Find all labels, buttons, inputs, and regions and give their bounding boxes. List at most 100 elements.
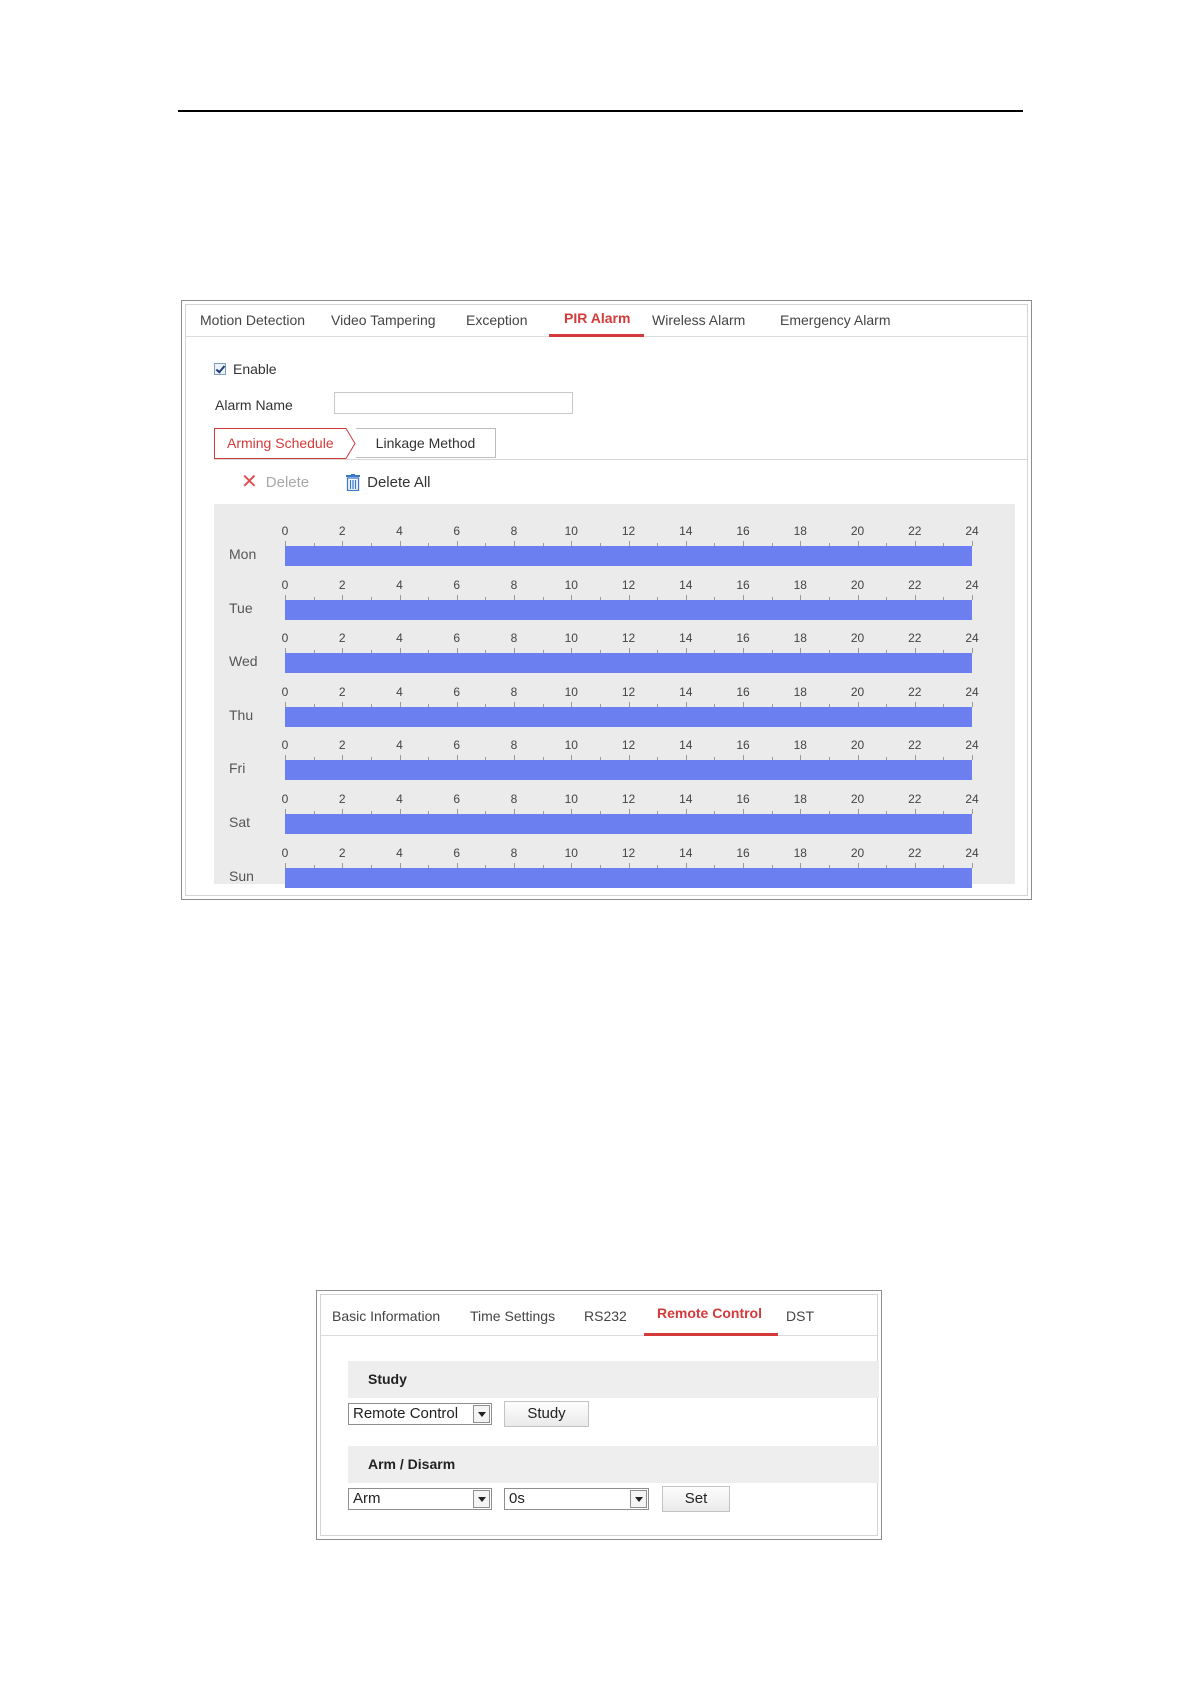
- alarm-name-input[interactable]: [334, 392, 573, 414]
- hour-tick-label: 2: [338, 845, 346, 860]
- arming-schedule-grid: Mon 0 2 4 6 8 10 12 14 16 18 20 22 24 Tue 0 2 4 6 8 10 12 14 16…: [214, 504, 1015, 888]
- tab-arming-schedule[interactable]: Arming Schedule: [214, 428, 356, 459]
- hour-tick-label: 2: [338, 684, 346, 699]
- hour-tick-label: 8: [510, 577, 518, 592]
- hour-tick-label: 20: [850, 792, 865, 806]
- hour-tick-label: 14: [679, 792, 693, 806]
- hour-tick-label: 20: [850, 684, 865, 699]
- set-button[interactable]: Set: [662, 1486, 730, 1512]
- tab-basic-information[interactable]: Basic Information: [332, 1295, 440, 1335]
- hour-tick-label: 22: [908, 792, 922, 806]
- hour-tick-mark: [972, 648, 973, 654]
- arm-disarm-heading: Arm / Disarm: [368, 1456, 456, 1472]
- hour-tick-label: 24: [965, 684, 979, 699]
- schedule-time-bar[interactable]: [285, 814, 972, 834]
- hour-tick-label: 8: [510, 792, 518, 806]
- hour-tick-label: 6: [453, 792, 461, 806]
- schedule-sub-tabs: Arming Schedule Linkage Method: [214, 428, 1027, 460]
- hour-tick-label: 10: [564, 577, 578, 592]
- delete-label: Delete: [265, 473, 310, 491]
- alarm-tab-bar: Motion Detection Video Tampering Excepti…: [186, 305, 1027, 337]
- tab-dst[interactable]: DST: [786, 1295, 814, 1335]
- tab-motion-detection[interactable]: Motion Detection: [200, 305, 305, 336]
- hour-tick-label: 10: [564, 792, 578, 806]
- day-label: Sun: [229, 867, 254, 884]
- hour-tick-label: 10: [564, 845, 578, 860]
- study-section-header: Study: [348, 1361, 879, 1398]
- tab-wireless-alarm[interactable]: Wireless Alarm: [652, 305, 745, 336]
- remote-control-panel-body: Basic Information Time Settings RS232 Re…: [320, 1294, 879, 1536]
- active-tab-indicator: [549, 334, 644, 337]
- arm-delay-value: 0s: [509, 1490, 525, 1507]
- hour-tick-label: 20: [850, 738, 865, 753]
- hour-tick-label: 4: [396, 792, 403, 806]
- hour-tick-label: 18: [793, 524, 807, 538]
- hour-tick-mark: [972, 701, 973, 707]
- schedule-time-bar[interactable]: [285, 599, 972, 620]
- hour-tick-label: 24: [965, 792, 979, 806]
- tab-remote-control[interactable]: Remote Control: [657, 1295, 762, 1335]
- schedule-time-bar[interactable]: [285, 706, 972, 727]
- tab-pir-alarm[interactable]: PIR Alarm: [564, 305, 630, 336]
- hour-tick-label: 24: [965, 631, 979, 646]
- hour-tick-label: 6: [453, 631, 461, 646]
- hour-tick-label: 22: [908, 524, 922, 538]
- hour-tick-label: 8: [510, 738, 518, 753]
- arm-mode-select[interactable]: Arm: [348, 1488, 492, 1510]
- tab-time-settings[interactable]: Time Settings: [470, 1295, 555, 1335]
- schedule-time-bar[interactable]: [285, 760, 972, 781]
- hour-tick-label: 20: [850, 577, 865, 592]
- delete-all-button[interactable]: Delete All: [345, 473, 431, 491]
- hour-tick-mark: [972, 755, 973, 761]
- schedule-time-bar[interactable]: [285, 546, 972, 566]
- hour-tick-label: 24: [965, 738, 979, 753]
- hour-tick-label: 16: [736, 684, 750, 699]
- hour-tick-label: 2: [338, 792, 346, 806]
- pir-alarm-panel-body: Motion Detection Video Tampering Excepti…: [185, 304, 1028, 896]
- hour-tick-label: 22: [908, 845, 922, 860]
- hour-tick-label: 0: [281, 792, 289, 806]
- hour-tick-label: 8: [510, 524, 518, 538]
- hour-tick-label: 10: [564, 524, 578, 538]
- hour-tick-label: 16: [736, 577, 750, 592]
- tab-video-tampering[interactable]: Video Tampering: [331, 305, 436, 336]
- hour-tick-label: 18: [793, 792, 807, 806]
- hour-tick-label: 4: [396, 684, 403, 699]
- day-label: Fri: [229, 760, 246, 777]
- tab-linkage-method[interactable]: Linkage Method: [356, 428, 496, 458]
- day-label: Mon: [229, 546, 257, 562]
- hour-tick-label: 0: [281, 524, 289, 538]
- hour-tick-label: 6: [453, 738, 461, 753]
- schedule-toolbar: ✕ Delete Delete All: [241, 470, 431, 494]
- hour-tick-mark: [972, 541, 973, 546]
- tab-emergency-alarm[interactable]: Emergency Alarm: [780, 305, 890, 336]
- hour-tick-label: 18: [793, 577, 807, 592]
- hour-tick-label: 20: [850, 524, 865, 538]
- hour-tick-label: 14: [679, 738, 693, 753]
- hour-tick-label: 8: [510, 845, 518, 860]
- arm-delay-select[interactable]: 0s: [504, 1488, 649, 1510]
- hour-tick-label: 12: [621, 577, 636, 592]
- delete-button[interactable]: ✕ Delete: [241, 472, 309, 492]
- hour-tick-label: 16: [736, 631, 750, 646]
- hour-tick-label: 14: [679, 845, 693, 860]
- hour-tick-label: 12: [621, 684, 636, 699]
- schedule-time-bar[interactable]: [285, 653, 972, 674]
- delete-x-icon: ✕: [241, 471, 258, 493]
- hour-tick-label: 0: [281, 845, 289, 860]
- hour-tick-label: 14: [679, 684, 693, 699]
- hour-tick-label: 4: [396, 631, 403, 646]
- hour-tick-label: 22: [908, 738, 922, 753]
- enable-checkbox[interactable]: [214, 363, 226, 375]
- hour-tick-label: 22: [908, 631, 922, 646]
- schedule-time-bar[interactable]: [285, 867, 972, 888]
- hour-tick-label: 18: [793, 684, 807, 699]
- hour-tick-label: 4: [396, 524, 403, 538]
- tab-exception[interactable]: Exception: [466, 305, 527, 336]
- remote-control-panel: Basic Information Time Settings RS232 Re…: [316, 1290, 882, 1540]
- hour-tick-label: 6: [453, 845, 461, 860]
- tab-rs232[interactable]: RS232: [584, 1295, 627, 1335]
- study-type-select[interactable]: Remote Control: [348, 1403, 492, 1425]
- delete-all-label: Delete All: [367, 473, 431, 491]
- study-button[interactable]: Study: [504, 1401, 589, 1427]
